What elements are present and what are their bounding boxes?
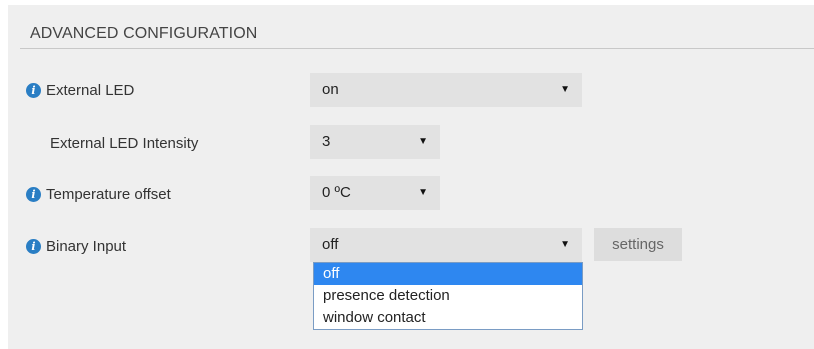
external-led-intensity-value: 3 bbox=[322, 133, 331, 150]
section-title: ADVANCED CONFIGURATION bbox=[30, 25, 258, 42]
temperature-offset-select[interactable]: 0 ºC ▼ bbox=[310, 176, 440, 210]
external-led-value: on bbox=[322, 81, 339, 98]
temperature-offset-label: Temperature offset bbox=[46, 186, 171, 203]
binary-input-settings-button[interactable]: settings bbox=[594, 228, 682, 261]
external-led-intensity-label: External LED Intensity bbox=[50, 135, 199, 152]
caret-down-icon: ▼ bbox=[418, 187, 428, 198]
external-led-select[interactable]: on ▼ bbox=[310, 73, 582, 107]
binary-input-value: off bbox=[322, 236, 339, 253]
title-divider bbox=[20, 48, 814, 49]
external-led-intensity-select[interactable]: 3 ▼ bbox=[310, 125, 440, 159]
binary-input-dropdown-list: off presence detection window contact bbox=[313, 262, 583, 330]
dropdown-option-off[interactable]: off bbox=[314, 263, 582, 285]
info-icon[interactable]: i bbox=[26, 83, 41, 98]
info-icon[interactable]: i bbox=[26, 239, 41, 254]
dropdown-option-presence-detection[interactable]: presence detection bbox=[314, 285, 582, 307]
external-led-label: External LED bbox=[46, 82, 135, 99]
binary-input-label: Binary Input bbox=[46, 238, 127, 255]
caret-down-icon: ▼ bbox=[560, 84, 570, 95]
binary-input-select[interactable]: off ▼ bbox=[310, 228, 582, 262]
caret-down-icon: ▼ bbox=[560, 239, 570, 250]
caret-down-icon: ▼ bbox=[418, 136, 428, 147]
dropdown-option-window-contact[interactable]: window contact bbox=[314, 307, 582, 329]
info-icon[interactable]: i bbox=[26, 187, 41, 202]
temperature-offset-value: 0 ºC bbox=[322, 184, 351, 201]
